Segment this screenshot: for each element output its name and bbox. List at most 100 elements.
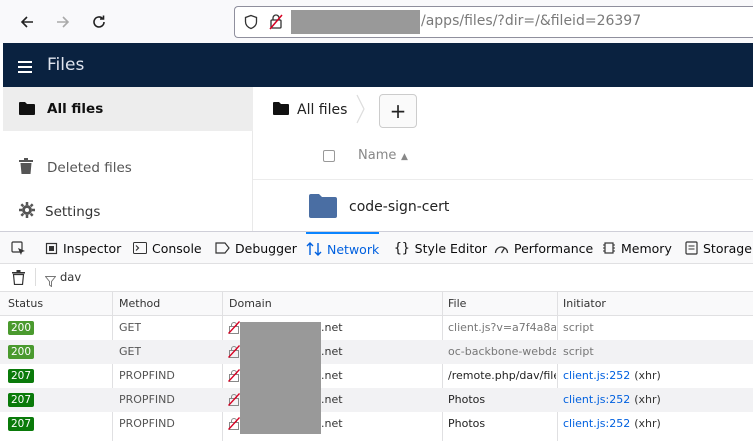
insecure-lock-icon (228, 393, 240, 406)
initiator-cell: script (563, 345, 594, 358)
tab-debugger[interactable]: Debugger (215, 232, 297, 264)
file-cell: client.js?v=a7f4a8a6d (448, 321, 556, 334)
name-column-header[interactable]: Name (358, 148, 396, 163)
sidebar-item-label: All files (47, 101, 104, 117)
insecure-lock-icon (228, 345, 240, 358)
trash-icon[interactable] (12, 270, 25, 289)
console-icon (133, 242, 147, 254)
table-row[interactable]: 200 GET .net oc-backbone-webdav.j script (0, 340, 753, 364)
gear-icon (19, 202, 35, 222)
sidebar-item-label: Deleted files (47, 160, 132, 176)
filter-funnel-icon (44, 272, 57, 291)
filter-urls-input[interactable]: dav (60, 270, 81, 284)
tab-network[interactable]: Network (306, 232, 380, 264)
tab-label: Style Editor (414, 240, 488, 256)
column-header-method[interactable]: Method (119, 297, 160, 310)
table-row[interactable]: 207 PROPFIND .net/remote.php/dav/files clie… (0, 364, 753, 388)
initiator-link[interactable]: client.js:252 (563, 369, 630, 382)
sidebar-item-settings[interactable]: Settings (3, 190, 253, 234)
status-badge: 207 (8, 393, 35, 407)
divider (35, 268, 36, 286)
plus-label: + (389, 99, 407, 123)
status-badge: 200 (8, 321, 35, 335)
network-filter-bar: dav (0, 264, 753, 292)
trash-icon (19, 158, 33, 178)
method-cell: GET (119, 321, 142, 334)
domain-redacted (240, 322, 321, 434)
file-cell: oc-backbone-webdav.j (448, 345, 556, 358)
memory-icon (603, 242, 615, 254)
tab-console[interactable]: Console (133, 232, 202, 264)
tab-label: Debugger (235, 240, 297, 256)
tab-label: Storage (703, 240, 752, 256)
back-arrow-icon[interactable] (13, 8, 41, 36)
initiator-link[interactable]: client.js:252 (563, 393, 630, 406)
browser-toolbar: /apps/files/?dir=/&fileid=26397 (0, 0, 753, 43)
hamburger-menu-icon[interactable] (18, 58, 32, 77)
column-header-file[interactable]: File (448, 297, 466, 310)
tab-storage[interactable]: Storage (685, 232, 752, 264)
domain-cell: .net (321, 393, 343, 406)
file-name[interactable]: code-sign-cert (349, 199, 449, 215)
reload-icon[interactable] (85, 8, 113, 36)
tracking-shield-icon[interactable] (243, 14, 259, 34)
insecure-lock-icon (228, 321, 240, 334)
inspector-icon (45, 242, 58, 254)
breadcrumb-separator (356, 93, 366, 129)
method-cell: PROPFIND (119, 369, 175, 382)
status-badge: 207 (8, 417, 35, 431)
initiator-type: (xhr) (634, 393, 661, 406)
method-cell: GET (119, 345, 142, 358)
sort-ascending-icon: ▲ (401, 152, 408, 162)
sidebar: All files Deleted files Settings (3, 87, 253, 231)
tab-style-editor[interactable]: {} Style Editor (394, 232, 487, 264)
domain-cell: .net (321, 345, 343, 358)
column-header-initiator[interactable]: Initiator (563, 297, 606, 310)
file-cell: /remote.php/dav/files (448, 369, 556, 382)
tab-inspector[interactable]: Inspector (45, 232, 121, 264)
file-list-header: Name ▲ (253, 140, 753, 180)
select-all-checkbox[interactable] (323, 150, 335, 162)
devtools-toolbar: Inspector Console Debugger Network {} St… (0, 231, 753, 264)
address-bar[interactable]: /apps/files/?dir=/&fileid=26397 (234, 6, 753, 38)
initiator-link[interactable]: client.js:252 (563, 417, 630, 430)
insecure-lock-icon (228, 417, 240, 430)
initiator-type: (xhr) (634, 369, 661, 382)
storage-icon (685, 241, 698, 255)
file-row[interactable]: code-sign-cert (253, 187, 753, 231)
breadcrumb[interactable]: All files (273, 100, 347, 119)
table-row[interactable]: 207 PROPFIND .net Photos client.js:252 (xhr) (0, 388, 753, 412)
insecure-lock-icon[interactable] (268, 13, 284, 35)
sidebar-item-all-files[interactable]: All files (3, 87, 253, 131)
element-picker-icon[interactable] (11, 241, 26, 260)
network-icon (306, 242, 322, 256)
domain-cell: .net (321, 321, 343, 334)
file-cell: Photos (448, 417, 486, 430)
style-editor-icon: {} (394, 240, 410, 256)
tab-label: Inspector (63, 240, 122, 256)
status-badge: 200 (8, 345, 35, 359)
initiator-type: (xhr) (634, 417, 661, 430)
initiator-cell: client.js:252 (xhr) (563, 417, 661, 430)
sidebar-item-deleted-files[interactable]: Deleted files (3, 146, 253, 190)
table-row[interactable]: 207 PROPFIND .net Photos client.js:252 (xhr) (0, 412, 753, 436)
debugger-icon (215, 242, 230, 254)
folder-icon (273, 100, 289, 119)
tab-performance[interactable]: Performance (494, 232, 593, 264)
file-cell: Photos (448, 393, 486, 406)
add-new-button[interactable]: + (379, 94, 417, 128)
url-path: /apps/files/?dir=/&fileid=26397 (421, 13, 642, 29)
tab-memory[interactable]: Memory (602, 232, 672, 264)
forward-arrow-icon[interactable] (49, 8, 77, 36)
method-cell: PROPFIND (119, 417, 175, 430)
breadcrumb-label: All files (297, 101, 348, 118)
initiator-cell: script (563, 321, 594, 334)
url-host-redacted (291, 10, 420, 34)
app-title: Files (47, 55, 85, 75)
table-row[interactable]: 200 GET .net client.js?v=a7f4a8a6d script (0, 316, 753, 340)
status-badge: 207 (8, 369, 35, 383)
column-header-status[interactable]: Status (8, 297, 43, 310)
tab-label: Console (152, 240, 202, 256)
folder-icon (19, 100, 35, 119)
column-header-domain[interactable]: Domain (229, 297, 272, 310)
